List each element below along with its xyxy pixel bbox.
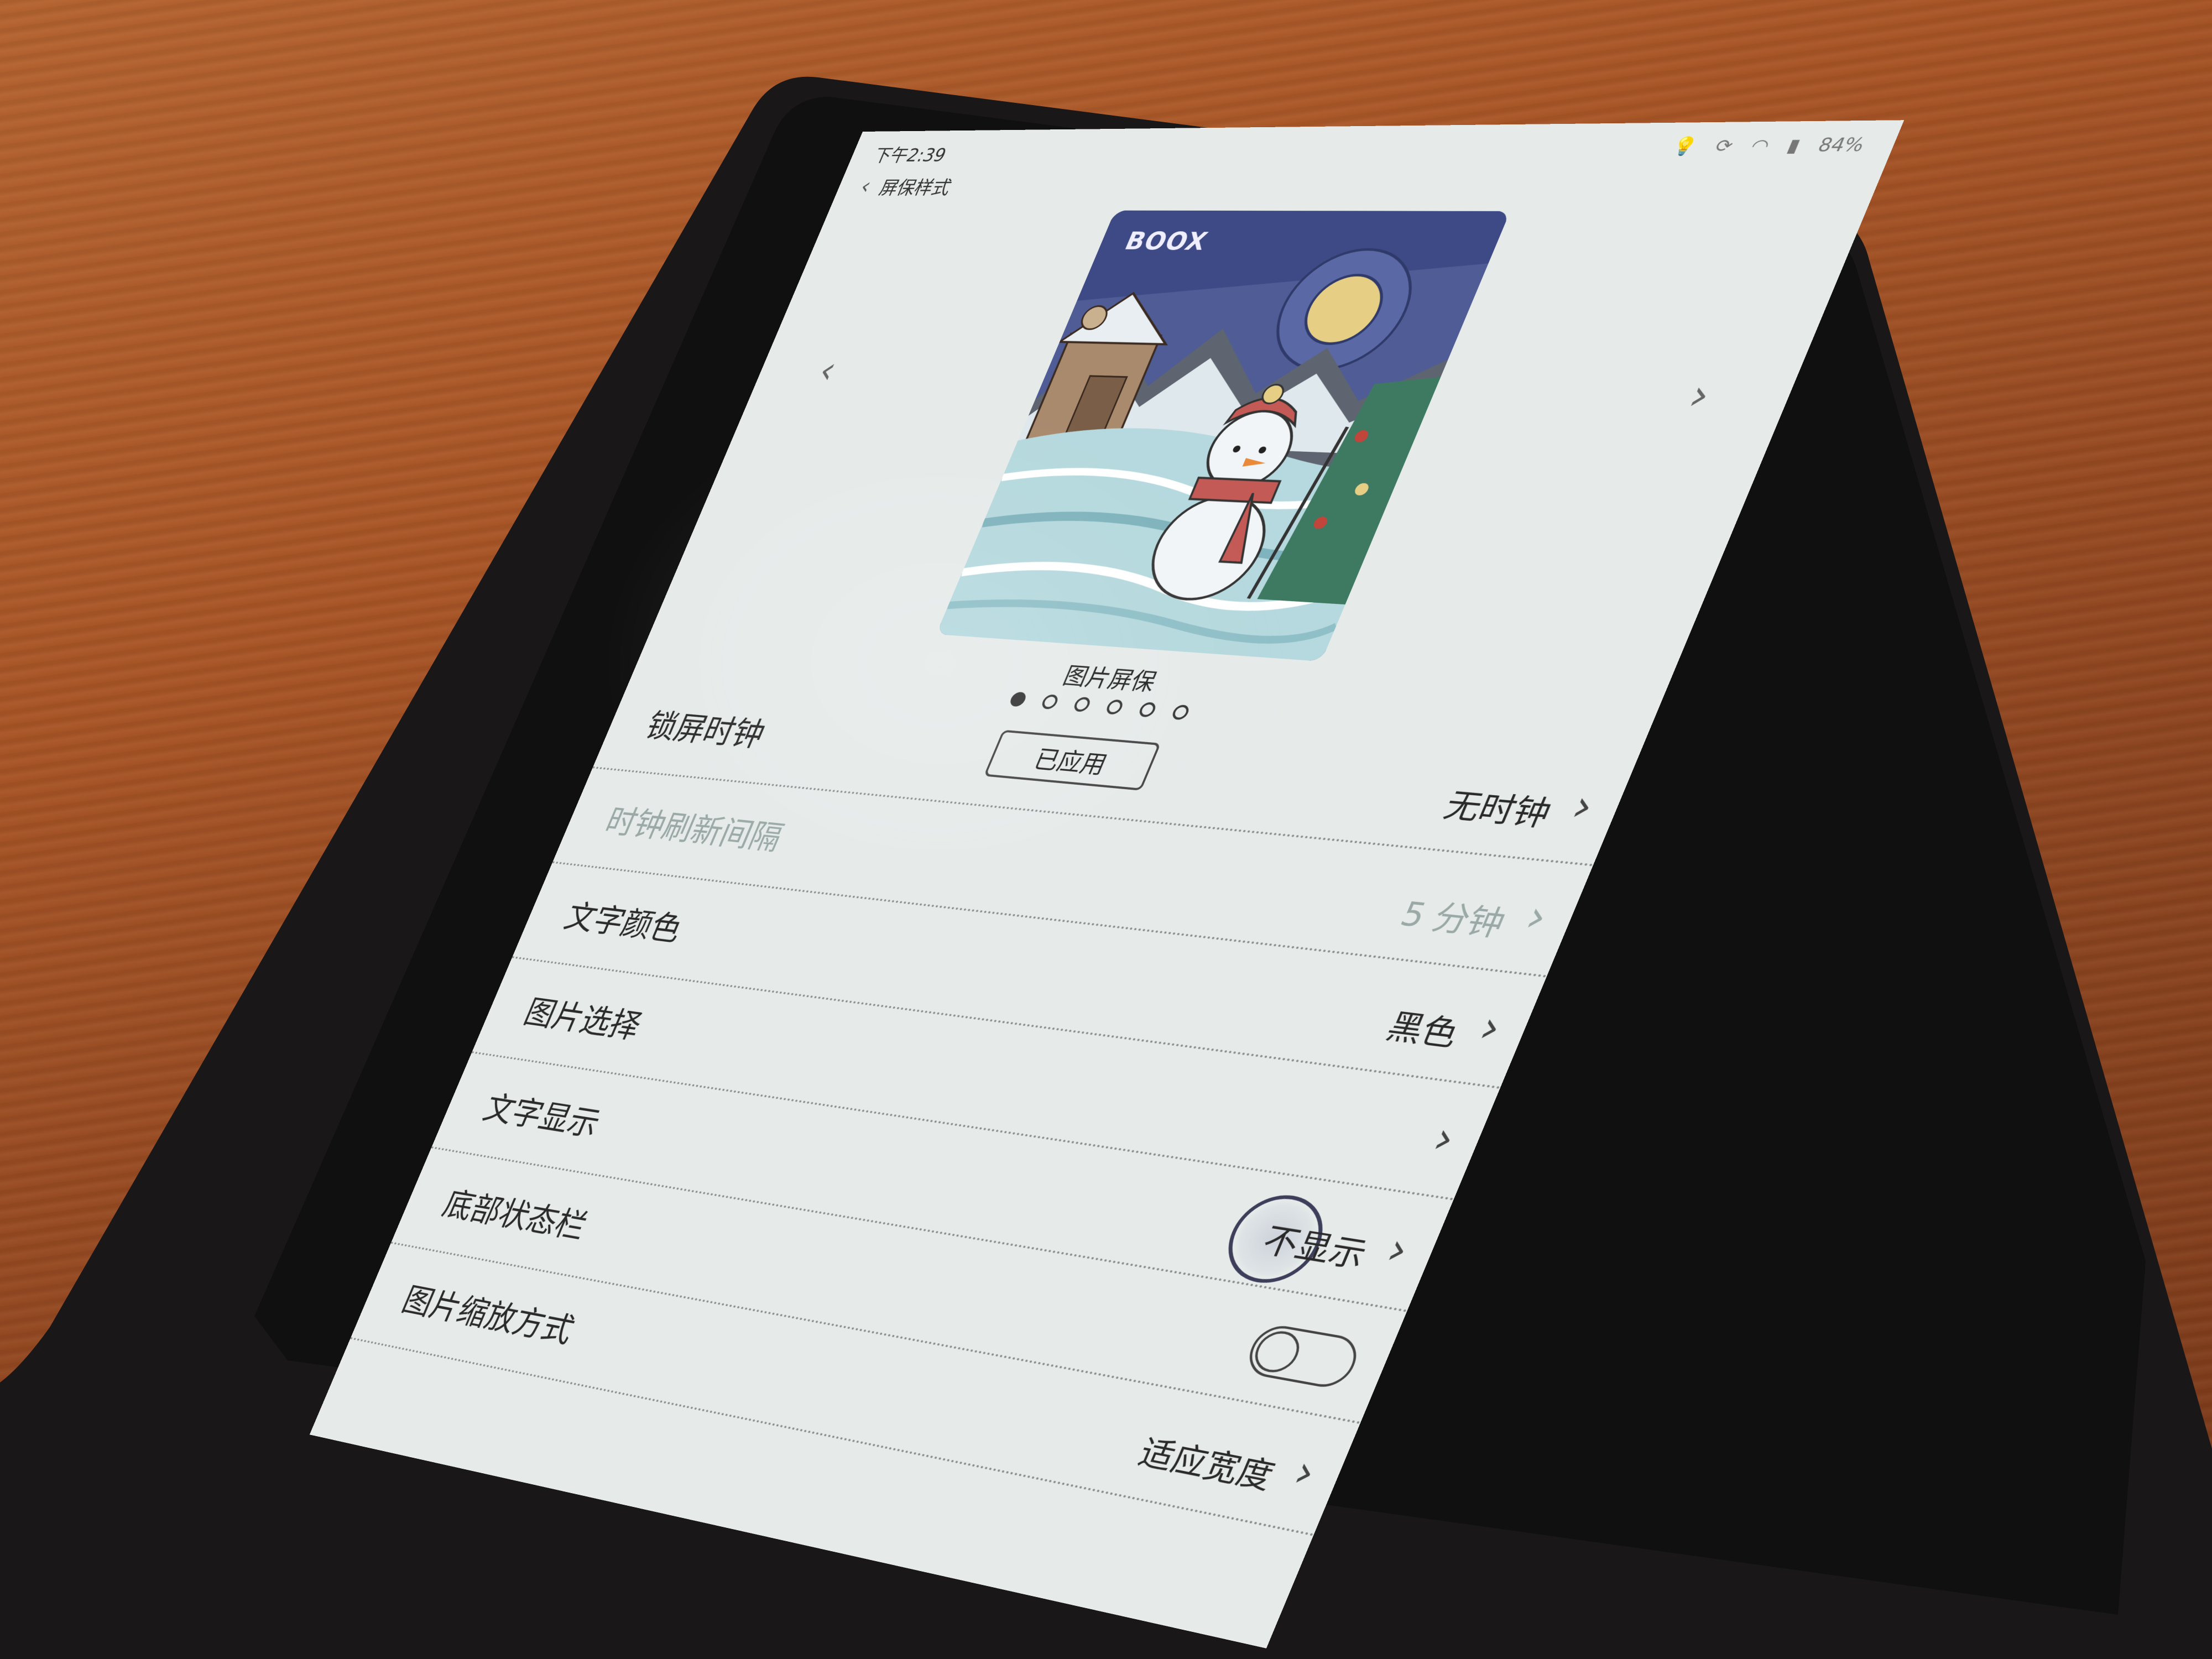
battery-icon: ▮: [1784, 135, 1804, 156]
page-header: ‹ 屏保样式: [855, 170, 958, 202]
chevron-right-icon: ›: [1518, 891, 1556, 942]
wifi-icon: ◠: [1747, 135, 1773, 156]
settings-list: 锁屏时钟 无时钟 › 时钟刷新间隔 5 分钟 › 文字颜色 黑色 › 图片选择 …: [350, 674, 1639, 1536]
screensaver-preview-image[interactable]: BOOX: [936, 210, 1511, 662]
device-screen: 下午2:39 💡 ⟳ ◠ ▮ 84% ‹ 屏保样式 ‹ › BOOX 图片屏保 …: [309, 120, 1905, 1648]
bulb-icon: 💡: [1668, 136, 1701, 157]
setting-label: 文字颜色: [559, 898, 688, 949]
winter-illustration: [936, 210, 1511, 662]
setting-value: 5 分钟: [1395, 894, 1511, 943]
setting-label: 图片缩放方式: [397, 1281, 580, 1351]
boox-logo: BOOX: [1120, 227, 1213, 256]
setting-value: 黑色: [1381, 1006, 1465, 1054]
setting-label: 文字显示: [478, 1089, 606, 1144]
status-icons: 💡 ⟳ ◠ ▮ 84%: [1668, 134, 1868, 157]
setting-label: 时钟刷新间隔: [599, 802, 789, 858]
setting-label: 锁屏时钟: [640, 707, 771, 754]
page-title: 屏保样式: [876, 176, 955, 199]
screensaver-preview-area: ‹ › BOOX 图片屏保 已应用: [646, 210, 1866, 791]
previous-arrow-icon[interactable]: ‹: [812, 349, 843, 392]
chevron-right-icon: ›: [1426, 1113, 1464, 1164]
status-bar: 下午2:39 💡 ⟳ ◠ ▮ 84%: [870, 129, 1870, 166]
status-time: 下午2:39: [870, 145, 950, 166]
setting-label: 底部状态栏: [437, 1185, 593, 1247]
setting-value: 适应宽度: [1133, 1432, 1280, 1497]
toggle-knob: [1248, 1328, 1306, 1376]
sync-icon: ⟳: [1712, 135, 1737, 156]
setting-label: 图片选择: [519, 994, 647, 1046]
next-arrow-icon[interactable]: ›: [1682, 371, 1719, 419]
screen-area: 下午2:39 💡 ⟳ ◠ ▮ 84% ‹ 屏保样式 ‹ › BOOX 图片屏保 …: [0, 0, 2212, 1659]
status-bar-toggle[interactable]: [1241, 1322, 1365, 1391]
battery-level: 84%: [1814, 134, 1868, 156]
chevron-right-icon: ›: [1564, 781, 1603, 832]
chevron-right-icon: ›: [1379, 1224, 1417, 1276]
chevron-right-icon: ›: [1286, 1446, 1324, 1499]
setting-value: 无时钟: [1439, 785, 1557, 833]
back-icon[interactable]: ‹: [856, 174, 875, 199]
chevron-right-icon: ›: [1472, 1002, 1510, 1053]
